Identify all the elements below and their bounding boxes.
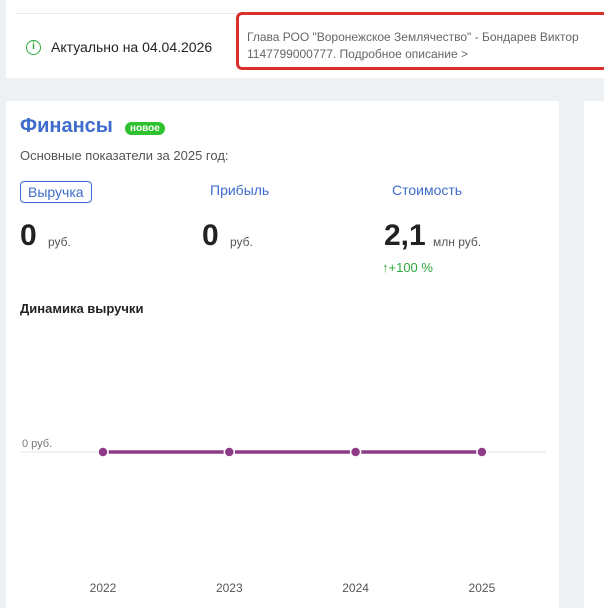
finance-card: Финансы новое Основные показатели за 202… (6, 101, 559, 608)
data-point (349, 446, 362, 458)
x-tick-label: 2023 (216, 581, 243, 595)
data-point (223, 446, 236, 458)
x-tick-label: 2022 (90, 581, 117, 595)
head-info-text: Глава РОО "Воронежское Землячество" - Бо… (247, 30, 579, 44)
data-point (476, 446, 488, 458)
head-info-highlight[interactable]: Глава РОО "Воронежское Землячество" - Бо… (236, 12, 604, 70)
x-tick-label: 2025 (469, 581, 496, 595)
y-tick-label: 0 руб. (22, 438, 52, 450)
right-panel-edge (584, 101, 604, 608)
x-tick-label: 2024 (342, 581, 369, 595)
actual-date-text: Актуально на 04.04.2026 (51, 39, 213, 55)
data-point (97, 446, 109, 458)
info-icon: i (26, 40, 41, 55)
revenue-chart: 0 руб. 2022 2023 2024 2025 (20, 438, 546, 595)
details-link[interactable]: 1147799000777. Подробное описание > (247, 46, 604, 63)
status-card: i Актуально на 04.04.2026 Глава РОО "Вор… (6, 0, 604, 78)
